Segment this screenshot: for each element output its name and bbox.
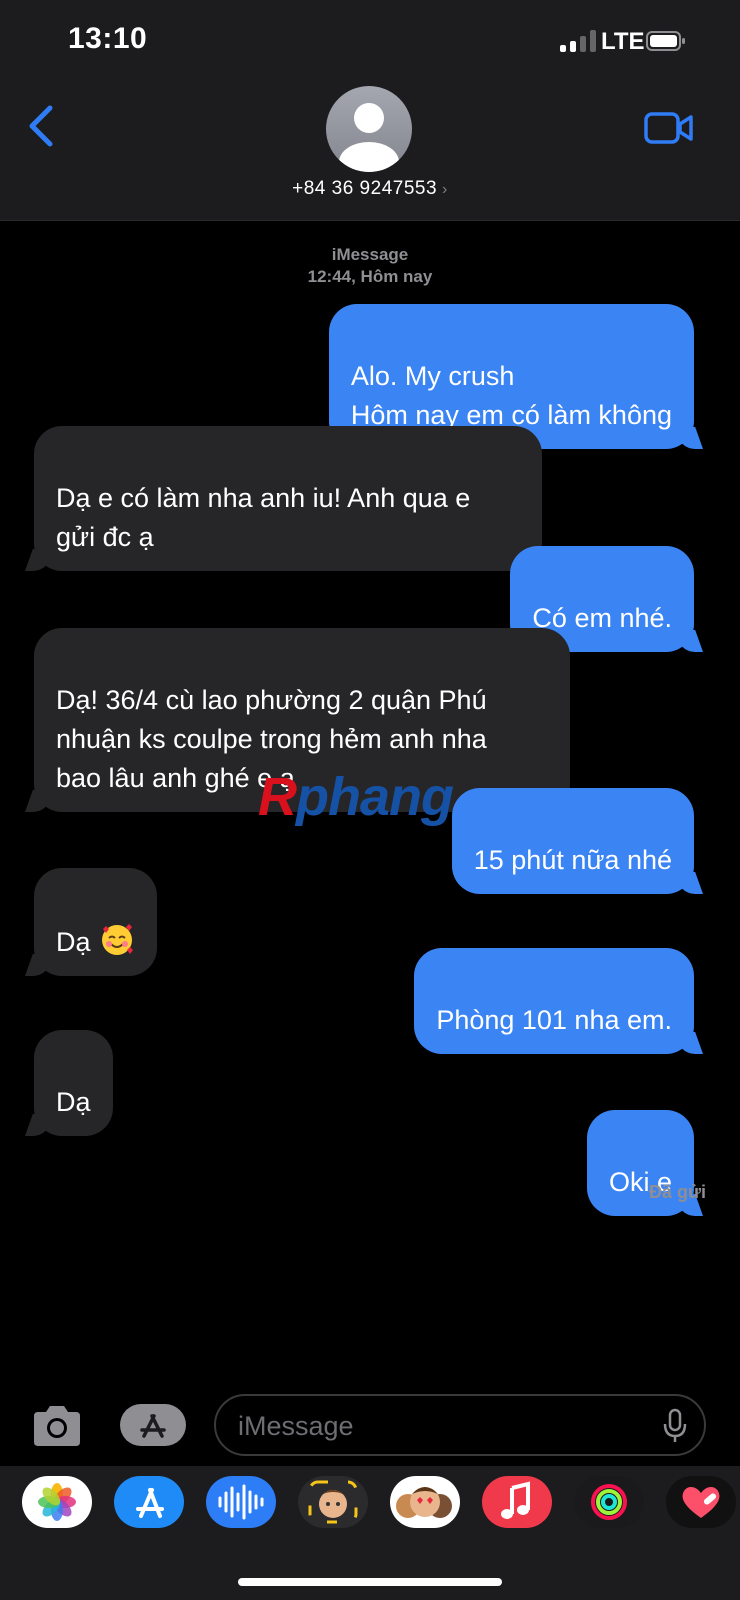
message-bubble-sent[interactable]: 15 phút nữa nhé <box>451 788 694 894</box>
photos-icon[interactable] <box>22 1476 92 1528</box>
message-text: Dạ <box>56 927 91 957</box>
status-time: 13:10 <box>68 22 148 55</box>
heart-glyph <box>682 1487 720 1518</box>
message-bubble-sent[interactable]: Phòng 101 nha em. <box>414 948 694 1054</box>
conversation-header: +84 36 9247553 › <box>0 80 740 221</box>
app-store-icon <box>140 1414 166 1438</box>
timestamp-label: 12:44, Hôm nay <box>307 267 433 286</box>
thread-timestamp: iMessage 12:44, Hôm nay <box>0 244 740 288</box>
message-bubble-received[interactable]: Dạ <box>34 1030 113 1136</box>
message-text: Dạ e có làm nha anh iu! Anh qua e gửi đc… <box>56 483 471 552</box>
contact-number: +84 36 9247553 <box>292 178 438 199</box>
service-label: iMessage <box>331 245 409 264</box>
battery-icon <box>646 31 685 51</box>
facetime-video-icon[interactable] <box>644 110 694 146</box>
waveform-glyph <box>218 1484 264 1520</box>
stickers-glyph <box>396 1487 452 1518</box>
watermark-initial: R <box>258 767 297 827</box>
music-icon[interactable] <box>482 1476 552 1528</box>
music-note-glyph <box>501 1481 530 1519</box>
camera-icon[interactable] <box>30 1404 84 1448</box>
watermark-text: phang <box>296 767 454 827</box>
cellular-signal-icon <box>560 30 600 52</box>
contact-avatar[interactable] <box>326 86 412 172</box>
message-input-field[interactable] <box>214 1394 706 1456</box>
photos-glyph <box>38 1483 76 1521</box>
memoji-icon[interactable] <box>298 1476 368 1528</box>
watermark-logo: Rphang <box>258 766 454 828</box>
digital-touch-icon[interactable] <box>666 1476 736 1528</box>
app-store-icon[interactable] <box>114 1476 184 1528</box>
smiling-face-with-hearts-icon <box>101 924 133 955</box>
message-text: Có em nhé. <box>532 603 672 633</box>
memoji-glyph <box>308 1480 358 1524</box>
audio-message-icon[interactable] <box>206 1476 276 1528</box>
app-store-glyph <box>136 1488 164 1518</box>
contact-name[interactable]: +84 36 9247553 › <box>0 178 740 200</box>
back-chevron-icon[interactable] <box>26 100 66 152</box>
activity-rings-glyph <box>591 1484 627 1520</box>
delivery-status: Đã gửi <box>648 1182 706 1202</box>
person-icon <box>339 103 399 172</box>
home-indicator[interactable] <box>238 1578 502 1586</box>
message-text: 15 phút nữa nhé <box>473 845 672 875</box>
animoji-stickers-icon[interactable] <box>390 1476 460 1528</box>
status-bar: 13:10 LTE <box>0 0 740 80</box>
message-bubble-received[interactable]: Dạ e có làm nha anh iu! Anh qua e gửi đc… <box>34 426 542 571</box>
microphone-icon[interactable] <box>662 1408 688 1444</box>
message-bubble-received[interactable]: Dạ <box>34 868 157 976</box>
app-store-toggle-button[interactable] <box>120 1404 186 1446</box>
message-text: Alo. My crush Hôm nay em có làm không <box>350 361 672 430</box>
message-text: Dạ <box>56 1087 91 1117</box>
message-input[interactable] <box>236 1404 640 1448</box>
network-type: LTE <box>601 28 645 55</box>
activity-icon[interactable] <box>574 1476 644 1528</box>
chevron-right-icon: › <box>442 181 448 198</box>
message-text: Phòng 101 nha em. <box>436 1005 672 1035</box>
